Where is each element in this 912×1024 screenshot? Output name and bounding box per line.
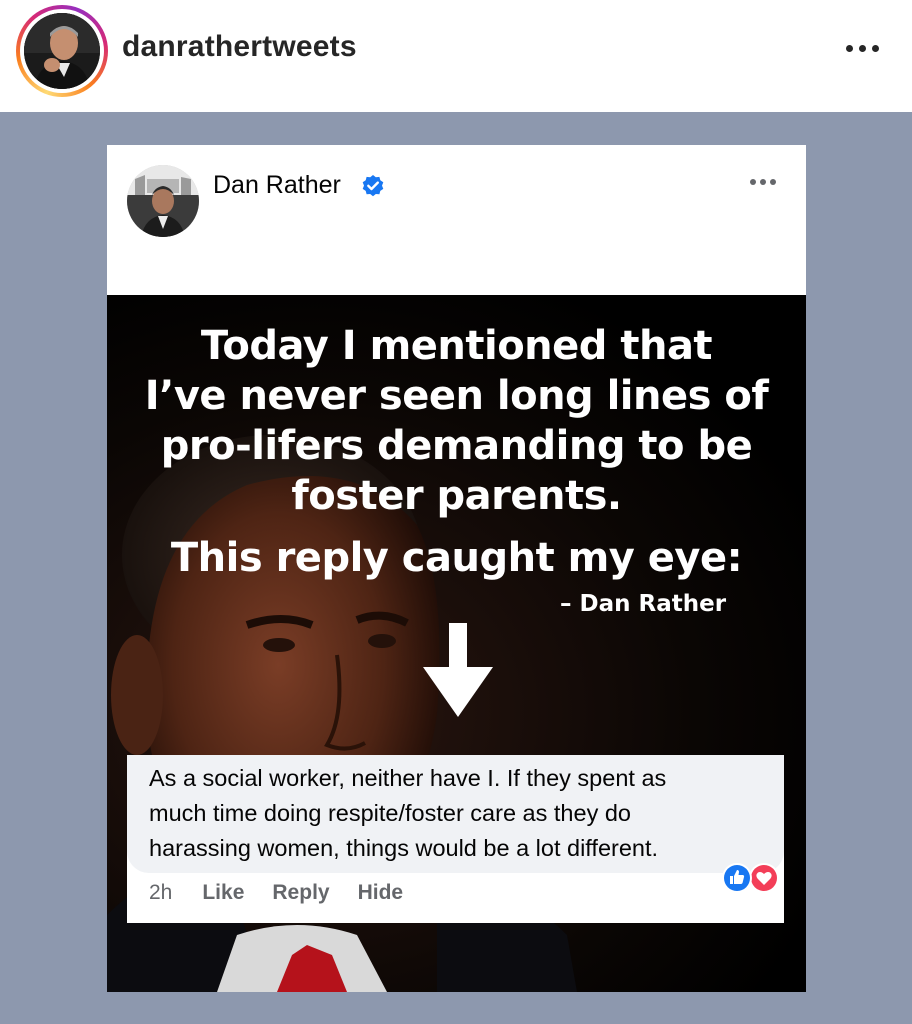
- story-ring[interactable]: [16, 5, 108, 97]
- reaction-icons: [722, 863, 779, 893]
- facebook-author-name: Dan Rather: [213, 171, 341, 199]
- quote-line: pro-lifers demanding to be: [160, 423, 753, 469]
- quote-line: I’ve never seen long lines of: [144, 373, 769, 419]
- username[interactable]: danrathertweets: [122, 30, 357, 64]
- meme-attribution: – Dan Rather: [560, 591, 727, 617]
- more-options-icon: [750, 177, 784, 187]
- down-arrow-icon: [423, 623, 493, 717]
- comment-text: As a social worker, neither have I. If t…: [149, 761, 769, 866]
- instagram-post-header: danrathertweets: [0, 0, 912, 112]
- profile-avatar[interactable]: [24, 13, 100, 89]
- facebook-comment: As a social worker, neither have I. If t…: [127, 755, 784, 923]
- meme-quote: Today I mentioned that I’ve never seen l…: [107, 321, 806, 521]
- quote-line: Today I mentioned that: [200, 323, 713, 369]
- facebook-post-screenshot: Dan Rather Today I mentioned that I’ve n…: [107, 145, 806, 992]
- comment-actions: 2h Like Reply Hide: [149, 881, 431, 905]
- comment-line: As a social worker, neither have I. If t…: [149, 765, 667, 791]
- comment-bubble: As a social worker, neither have I. If t…: [127, 755, 784, 873]
- comment-line: harassing women, things would be a lot d…: [149, 835, 659, 861]
- verified-badge-icon: [362, 175, 384, 197]
- facebook-avatar: [127, 165, 199, 237]
- like-link: Like: [202, 881, 245, 904]
- meme-image: Today I mentioned that I’ve never seen l…: [107, 295, 806, 992]
- hide-link: Hide: [357, 881, 404, 904]
- comment-line: much time doing respite/foster care as t…: [149, 800, 631, 826]
- quote-line: foster parents.: [291, 473, 622, 519]
- reply-link: Reply: [272, 881, 330, 904]
- facebook-post-header: Dan Rather: [107, 145, 806, 295]
- more-options-icon[interactable]: [838, 34, 886, 62]
- comment-time: 2h: [149, 881, 173, 904]
- avatar-portrait-icon: [24, 13, 100, 89]
- meme-reply-line: This reply caught my eye:: [170, 535, 743, 581]
- avatar-portrait-icon: [127, 165, 199, 237]
